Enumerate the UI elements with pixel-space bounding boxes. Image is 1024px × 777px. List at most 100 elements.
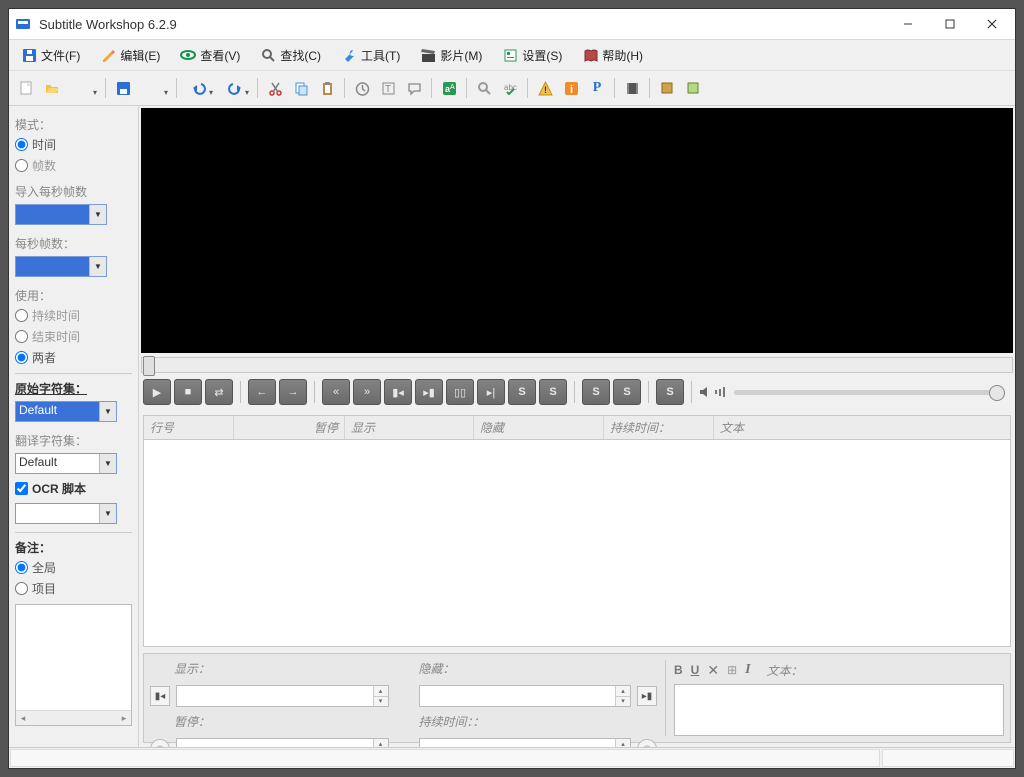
italic-button[interactable]: I — [745, 662, 750, 678]
maximize-button[interactable] — [929, 10, 971, 38]
cut-button[interactable] — [263, 76, 287, 100]
s4-button[interactable]: S — [613, 379, 641, 405]
col-duration[interactable]: 持续时间： — [604, 416, 714, 439]
video-preview[interactable] — [141, 108, 1013, 353]
box1-button[interactable] — [655, 76, 679, 100]
show-input[interactable]: ▴▾ — [176, 685, 389, 707]
timeline-thumb[interactable] — [143, 356, 155, 376]
fps-combo[interactable]: ▼ — [15, 256, 107, 277]
titlebar: Subtitle Workshop 6.2.9 — [9, 9, 1015, 40]
save-dropdown[interactable] — [137, 76, 171, 100]
col-hide[interactable]: 隐藏 — [474, 416, 604, 439]
note-global-radio[interactable]: 全局 — [15, 559, 132, 576]
toggle-button[interactable]: ⇄ — [205, 379, 233, 405]
col-pause[interactable]: 暂停 — [234, 416, 344, 439]
hide-label: 隐藏： — [419, 660, 634, 677]
minimize-button[interactable] — [887, 10, 929, 38]
chevron-down-icon: ▼ — [99, 402, 116, 421]
toolbar: T aA abc ! i P — [9, 71, 1015, 106]
s5-button[interactable]: S — [656, 379, 684, 405]
search-icon — [260, 47, 276, 63]
next-button[interactable]: → — [279, 379, 307, 405]
comment-button[interactable] — [402, 76, 426, 100]
save-toolbar-button[interactable] — [111, 76, 135, 100]
use-duration-radio[interactable]: 持续时间 — [15, 307, 132, 324]
app-icon — [15, 16, 31, 32]
chevron-down-icon: ▼ — [99, 504, 116, 523]
new-button[interactable] — [14, 76, 38, 100]
open-button[interactable] — [40, 76, 64, 100]
close-button[interactable] — [971, 10, 1013, 38]
timeline-ruler[interactable] — [141, 357, 1013, 373]
s3-button[interactable]: S — [582, 379, 610, 405]
use-both-radio[interactable]: 两者 — [15, 349, 132, 366]
use-end-radio[interactable]: 结束时间 — [15, 328, 132, 345]
box2-button[interactable] — [681, 76, 705, 100]
s1-button[interactable]: S — [508, 379, 536, 405]
main-window: Subtitle Workshop 6.2.9 文件(F) 编辑(E) 查看(V… — [8, 8, 1016, 769]
step-back-button[interactable]: ▮◂ — [384, 379, 412, 405]
note-label: 备注： — [15, 539, 132, 556]
mark-in-button[interactable]: ▸| — [477, 379, 505, 405]
range-button[interactable]: ▯▯ — [446, 379, 474, 405]
open-dropdown[interactable] — [66, 76, 100, 100]
note-project-radio[interactable]: 项目 — [15, 580, 132, 597]
import-fps-combo[interactable]: ▼ — [15, 204, 107, 225]
grid-icon[interactable]: ⊞ — [727, 663, 737, 677]
prev-button[interactable]: ← — [248, 379, 276, 405]
menu-settings[interactable]: 设置(S) — [494, 45, 570, 66]
film-button[interactable] — [620, 76, 644, 100]
mode-frames-radio[interactable]: 帧数 — [15, 157, 132, 174]
menu-movie[interactable]: 影片(M) — [412, 45, 490, 66]
find-button[interactable] — [472, 76, 496, 100]
menu-view[interactable]: 查看(V) — [172, 45, 248, 66]
seek-knob[interactable] — [989, 385, 1005, 401]
seek-slider[interactable] — [734, 390, 1005, 395]
col-show[interactable]: 显示 — [344, 416, 474, 439]
menu-help[interactable]: 帮助(H) — [574, 45, 651, 66]
hide-input[interactable]: ▴▾ — [419, 685, 632, 707]
bold-button[interactable]: B — [674, 663, 683, 677]
orig-charset-combo[interactable]: Default▼ — [15, 401, 117, 422]
time-button[interactable] — [350, 76, 374, 100]
info-button[interactable]: i — [559, 76, 583, 100]
pascal-button[interactable]: P — [585, 76, 609, 100]
scrollbar[interactable]: ◂▸ — [16, 710, 131, 725]
copy-button[interactable] — [289, 76, 313, 100]
s2-button[interactable]: S — [539, 379, 567, 405]
table-body[interactable] — [144, 440, 1010, 646]
paste-button[interactable] — [315, 76, 339, 100]
redo-button[interactable] — [218, 76, 252, 100]
main-panel: ▶ ■ ⇄ ← → « » ▮◂ ▸▮ ▯▯ ▸| S S S S S — [139, 106, 1015, 747]
trans-charset-combo[interactable]: Default▼ — [15, 453, 117, 474]
ocr-combo[interactable]: ▼ — [15, 503, 117, 524]
forward-button[interactable]: » — [353, 379, 381, 405]
menu-edit[interactable]: 编辑(E) — [92, 45, 168, 66]
clear-format-button[interactable]: ✕ — [707, 662, 719, 679]
ocr-checkbox[interactable]: OCR 脚本 — [15, 480, 132, 497]
step-fwd-button[interactable]: ▸▮ — [415, 379, 443, 405]
col-num[interactable]: 行号 — [144, 416, 234, 439]
chevron-down-icon: ▼ — [89, 257, 106, 276]
text-button[interactable]: T — [376, 76, 400, 100]
col-text[interactable]: 文本 — [714, 416, 1010, 439]
translate-button[interactable]: aA — [437, 76, 461, 100]
play-button[interactable]: ▶ — [143, 379, 171, 405]
svg-text:i: i — [570, 84, 573, 96]
set-end-button[interactable]: ▸▮ — [637, 686, 657, 706]
warning-button[interactable]: ! — [533, 76, 557, 100]
menu-search[interactable]: 查找(C) — [252, 45, 329, 66]
rewind-button[interactable]: « — [322, 379, 350, 405]
underline-button[interactable]: U — [691, 663, 700, 677]
note-textarea[interactable]: ◂▸ — [15, 604, 132, 726]
mode-time-radio[interactable]: 时间 — [15, 136, 132, 153]
undo-button[interactable] — [182, 76, 216, 100]
menu-tools[interactable]: 工具(T) — [333, 45, 408, 66]
spellcheck-button[interactable]: abc — [498, 76, 522, 100]
set-start-button[interactable]: ▮◂ — [150, 686, 170, 706]
stop-button[interactable]: ■ — [174, 379, 202, 405]
volume-icon[interactable] — [699, 385, 725, 399]
svg-text:T: T — [385, 84, 391, 95]
subtitle-text-input[interactable] — [674, 684, 1004, 736]
menu-file[interactable]: 文件(F) — [13, 45, 88, 66]
